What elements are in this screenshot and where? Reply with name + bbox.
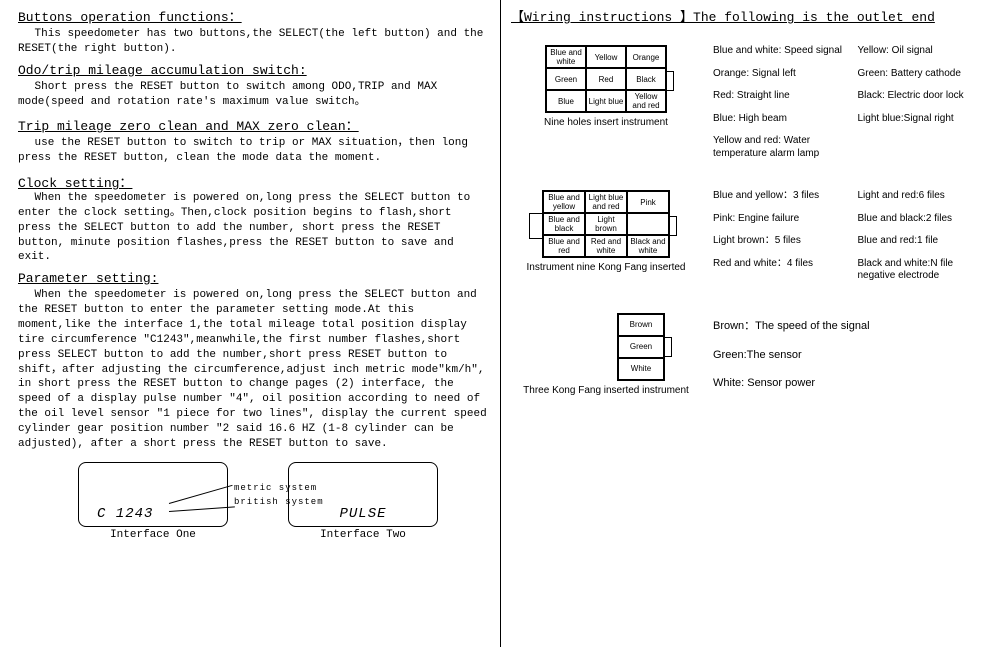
right-column: 【Wiring instructions 】The following is t… xyxy=(500,0,1000,647)
legend-item: Pink: Engine failure xyxy=(713,213,846,226)
cell: Yellow xyxy=(586,46,626,68)
pointer-line-2 xyxy=(169,506,235,512)
heading-buttons: Buttons operation functions： xyxy=(18,6,488,25)
legend-item: Orange: Signal left xyxy=(713,68,846,81)
plug-nine-1-caption: Nine holes insert instrument xyxy=(511,117,701,128)
wiring-section-2: Blue and yellow Light blue and red Pink … xyxy=(511,190,990,283)
cell: Red xyxy=(586,68,626,90)
interface-one: C 1243 metric system british system Inte… xyxy=(78,462,228,541)
plug-three-caption: Three Kong Fang inserted instrument xyxy=(511,385,701,396)
legend-item: Blue and red:1 file xyxy=(858,235,991,248)
legend-item: Yellow: Oil signal xyxy=(858,45,991,58)
legend-item xyxy=(858,135,991,160)
legend-three: Brown：The speed of the signal Green:The … xyxy=(713,313,870,396)
interface-two: PULSE Interface Two xyxy=(288,462,438,541)
cell: Green xyxy=(618,336,664,358)
cell: Blue and black xyxy=(543,213,585,235)
cell: Blue xyxy=(546,90,586,112)
plug-three-grid: Brown Green White xyxy=(617,313,665,381)
para-clock: When the speedometer is powered on,long … xyxy=(18,191,488,265)
legend-item: Blue and yellow：3 files xyxy=(713,190,846,203)
cell: Red and white xyxy=(585,235,627,257)
left-column: Buttons operation functions： This speedo… xyxy=(0,0,500,647)
para-param: When the speedometer is powered on,long … xyxy=(18,288,488,451)
cell: White xyxy=(618,358,664,380)
wiring-section-3: Brown Green White Three Kong Fang insert… xyxy=(511,313,990,396)
heading-clock: Clock setting： xyxy=(18,172,488,191)
heading-odo: Odo/trip mileage accumulation switch: xyxy=(18,63,488,78)
para-tripzero: use the RESET button to switch to trip o… xyxy=(18,136,488,166)
plug-nine-1-grid: Blue and white Yellow Orange Green Red B… xyxy=(545,45,667,113)
legend-item: Blue and white: Speed signal xyxy=(713,45,846,58)
legend-item: Light blue:Signal right xyxy=(858,113,991,126)
heading-wiring: 【Wiring instructions 】The following is t… xyxy=(511,6,990,25)
cell: Light brown xyxy=(585,213,627,235)
cell: Light blue xyxy=(586,90,626,112)
cell: Black and white xyxy=(627,235,669,257)
legend-item: Blue and black:2 files xyxy=(858,213,991,226)
interface-one-text: C 1243 xyxy=(97,506,153,522)
cell: Orange xyxy=(626,46,666,68)
cell: Blue and white xyxy=(546,46,586,68)
plug-nine-2-grid: Blue and yellow Light blue and red Pink … xyxy=(542,190,670,258)
cell: Light blue and red xyxy=(585,191,627,213)
legend-item: Green: Battery cathode xyxy=(858,68,991,81)
cell: Green xyxy=(546,68,586,90)
interface-two-caption: Interface Two xyxy=(288,529,438,541)
legend-item: Yellow and red: Water temperature alarm … xyxy=(713,135,846,160)
heading-param: Parameter setting: xyxy=(18,271,488,286)
cell: Pink xyxy=(627,191,669,213)
legend-nine-2: Blue and yellow：3 files Light and red:6 … xyxy=(713,190,990,283)
legend-item: Brown：The speed of the signal xyxy=(713,317,870,333)
cell xyxy=(627,213,669,235)
legend-item: Light and red:6 files xyxy=(858,190,991,203)
cell: Blue and yellow xyxy=(543,191,585,213)
interface-one-caption: Interface One xyxy=(78,529,228,541)
plug-nine-2-caption: Instrument nine Kong Fang inserted xyxy=(511,262,701,273)
interface-two-box: PULSE xyxy=(288,462,438,527)
legend-nine-1: Blue and white: Speed signal Yellow: Oil… xyxy=(713,45,990,160)
legend-item: Black: Electric door lock xyxy=(858,90,991,103)
cell: Yellow and red xyxy=(626,90,666,112)
para-buttons: This speedometer has two buttons,the SEL… xyxy=(18,27,488,57)
legend-item: Blue: High beam xyxy=(713,113,846,126)
legend-item: White: Sensor power xyxy=(713,377,870,389)
plug-nine-1: Blue and white Yellow Orange Green Red B… xyxy=(511,45,701,160)
cell: Brown xyxy=(618,314,664,336)
cell: Black xyxy=(626,68,666,90)
legend-item: Red and white：4 files xyxy=(713,258,846,283)
heading-tripzero: Trip mileage zero clean and MAX zero cle… xyxy=(18,115,488,134)
interface-two-text: PULSE xyxy=(339,506,386,522)
wiring-section-1: Blue and white Yellow Orange Green Red B… xyxy=(511,45,990,160)
legend-item: Red: Straight line xyxy=(713,90,846,103)
legend-item: Light brown：5 files xyxy=(713,235,846,248)
interface-one-box: C 1243 metric system british system xyxy=(78,462,228,527)
legend-item: Green:The sensor xyxy=(713,349,870,361)
plug-three: Brown Green White Three Kong Fang insert… xyxy=(511,313,701,396)
cell: Blue and red xyxy=(543,235,585,257)
para-odo: Short press the RESET button to switch a… xyxy=(18,80,488,110)
legend-item: Black and white:N file negative electrod… xyxy=(858,258,991,283)
interfaces-row: C 1243 metric system british system Inte… xyxy=(78,462,488,541)
pointer-line-1 xyxy=(169,484,233,503)
plug-nine-2: Blue and yellow Light blue and red Pink … xyxy=(511,190,701,283)
